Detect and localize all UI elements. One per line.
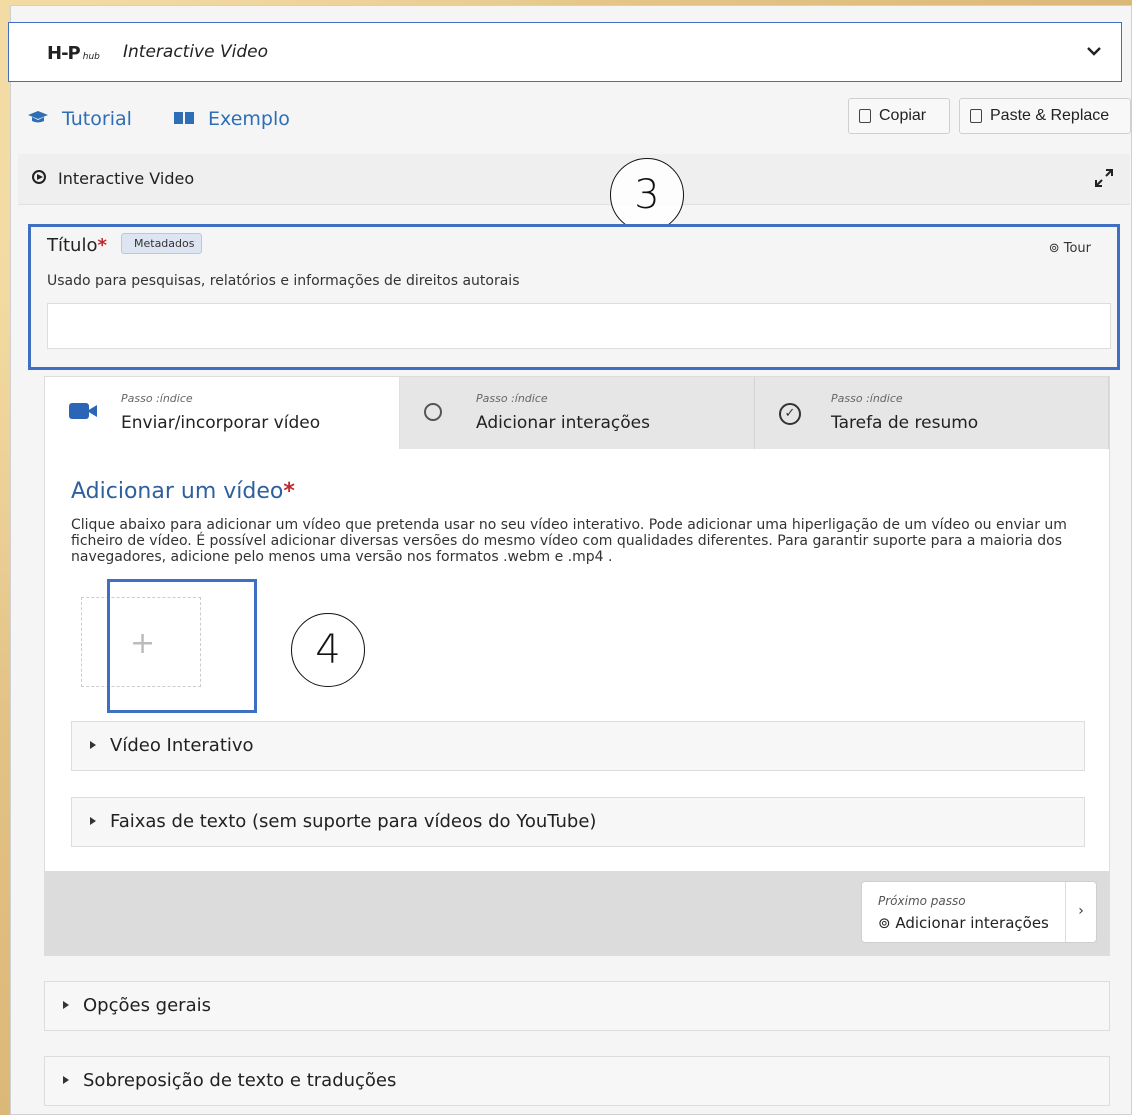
tab-upload-video[interactable]: Passo :índice Enviar/incorporar vídeo [45,377,400,449]
section-title: Interactive Video [58,169,195,188]
accordion-text-overrides[interactable]: Sobreposição de texto e traduções [44,1056,1110,1106]
example-link-label: Exemplo [208,108,290,130]
tour-icon: ⊚ [1048,241,1064,256]
tab-label: Enviar/incorporar vídeo [121,413,321,433]
tab-kicker: Passo :índice [121,392,193,405]
paste-replace-button[interactable]: Paste & Replace [959,98,1131,134]
step-navigation-bar: Próximo passo ⊚ Adicionar interações › [45,871,1109,955]
tab-kicker: Passo :índice [831,392,903,405]
touch-icon [424,403,442,421]
chevron-down-icon[interactable] [1087,41,1101,60]
hub-content-type-bar[interactable]: H-P hub Interactive Video [8,22,1122,82]
title-label: Título* [47,235,107,256]
accordion-label: Faixas de texto (sem suporte para vídeos… [110,811,597,832]
tutorial-link-label: Tutorial [62,108,132,130]
accordion-label: Vídeo Interativo [110,735,254,756]
tutorial-link[interactable]: Tutorial [28,108,132,130]
paste-icon [970,109,982,123]
tab-label: Tarefa de resumo [831,413,979,433]
step-editor: Passo :índice Enviar/incorporar vídeo Pa… [44,376,1110,956]
add-video-heading: Adicionar um vídeo* [71,479,295,504]
accordion-label: Sobreposição de texto e traduções [83,1070,397,1091]
play-circle-icon [32,170,46,184]
accordion-general-options[interactable]: Opções gerais [44,981,1110,1031]
caret-right-icon [63,1001,69,1009]
graduation-cap-icon [28,108,54,130]
callout-4: 4 [291,613,365,687]
caret-right-icon [63,1076,69,1084]
touch-icon: ⊚ [878,914,896,932]
chevron-right-icon: › [1065,882,1096,942]
book-icon [174,108,200,130]
metadata-button[interactable]: Metadados [121,233,203,254]
add-video-description: Clique abaixo para adicionar um vídeo qu… [71,517,1067,565]
tab-summary-task[interactable]: ✓ Passo :índice Tarefa de resumo [755,377,1109,449]
step-tabs: Passo :índice Enviar/incorporar vídeo Pa… [45,377,1109,449]
required-mark: * [97,235,107,256]
next-step-label: ⊚ Adicionar interações [878,914,1049,932]
tour-link[interactable]: ⊚ Tour [1049,241,1091,256]
fullscreen-icon[interactable] [1094,168,1114,193]
check-circle-icon: ✓ [779,403,801,425]
h5p-hub-logo: H-P hub [47,43,100,64]
title-description: Usado para pesquisas, relatórios e infor… [47,273,520,289]
content-type-title: Interactive Video [123,42,268,62]
tab-kicker: Passo :índice [476,392,548,405]
highlight-box-4 [107,579,257,713]
accordion-label: Opções gerais [83,995,211,1016]
accordion-text-tracks[interactable]: Faixas de texto (sem suporte para vídeos… [71,797,1085,847]
interactive-video-section-header: Interactive Video [18,154,1130,205]
callout-3: 3 [610,158,684,232]
caret-right-icon [90,741,96,749]
copy-button[interactable]: Copiar [848,98,950,134]
next-step-button[interactable]: Próximo passo ⊚ Adicionar interações › [861,881,1097,943]
tab-label: Adicionar interações [476,413,650,433]
tab-add-interactions[interactable]: Passo :índice Adicionar interações [400,377,755,449]
accordion-interactive-video[interactable]: Vídeo Interativo [71,721,1085,771]
clipboard-icon [859,109,871,123]
video-camera-icon [69,403,97,419]
caret-right-icon [90,817,96,825]
example-link[interactable]: Exemplo [174,108,290,130]
title-field-group: Título* Metadados ⊚ Tour Usado para pesq… [28,224,1120,370]
next-step-kicker: Próximo passo [878,894,966,908]
paste-replace-label: Paste & Replace [990,107,1110,124]
required-mark: * [283,479,295,504]
title-input[interactable] [47,303,1111,349]
copy-button-label: Copiar [879,107,927,124]
